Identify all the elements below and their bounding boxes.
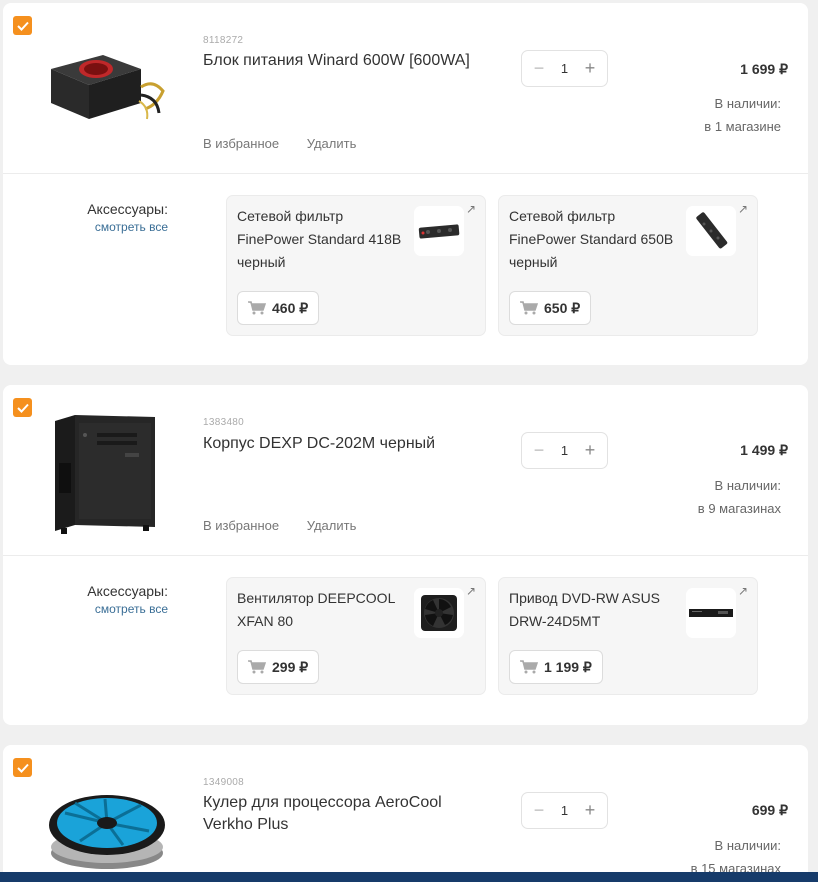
- quantity-stepper: − 1 +: [521, 792, 608, 829]
- cart-item-card: 1349008 Кулер для процессора AeroCool Ve…: [3, 745, 808, 882]
- increase-button[interactable]: +: [582, 58, 598, 79]
- cart-icon: [520, 660, 538, 674]
- external-link-icon[interactable]: ↗: [466, 202, 476, 216]
- accessory-price[interactable]: 460 ₽: [272, 300, 308, 317]
- product-title[interactable]: Блок питания Winard 600W [600WA]: [203, 50, 473, 72]
- availability-label: В наличии:: [714, 838, 781, 853]
- accessory-name[interactable]: Сетевой фильтр FinePower Standard 418B ч…: [237, 205, 402, 274]
- check-icon: [16, 763, 29, 773]
- decrease-button[interactable]: −: [531, 440, 547, 461]
- check-icon: [16, 21, 29, 31]
- accessory-image[interactable]: [414, 588, 464, 638]
- accessory-image[interactable]: [414, 206, 464, 256]
- select-checkbox[interactable]: [13, 398, 32, 417]
- accessory-name[interactable]: Сетевой фильтр FinePower Standard 650B ч…: [509, 205, 674, 274]
- add-to-cart-button[interactable]: 1 199 ₽: [509, 650, 603, 684]
- accessory-price[interactable]: 650 ₽: [544, 300, 580, 317]
- cart-icon: [248, 660, 266, 674]
- external-link-icon[interactable]: ↗: [466, 584, 476, 598]
- availability-label: В наличии:: [714, 478, 781, 493]
- quantity-value[interactable]: 1: [561, 61, 568, 76]
- remove-link[interactable]: Удалить: [307, 518, 357, 533]
- product-image[interactable]: [43, 47, 168, 127]
- add-to-cart-button[interactable]: 650 ₽: [509, 291, 592, 325]
- availability: В наличии: в 1 магазине: [621, 92, 781, 138]
- divider: [3, 555, 808, 556]
- accessory-name[interactable]: Привод DVD-RW ASUS DRW-24D5MT: [509, 587, 674, 633]
- accessory-card[interactable]: Сетевой фильтр FinePower Standard 650B ч…: [498, 195, 758, 336]
- accessories-header: Аксессуары: смотреть все: [87, 583, 168, 616]
- decrease-button[interactable]: −: [531, 800, 547, 821]
- os-taskbar: [0, 872, 818, 882]
- accessory-image[interactable]: [686, 588, 736, 638]
- increase-button[interactable]: +: [582, 440, 598, 461]
- quantity-value[interactable]: 1: [561, 803, 568, 818]
- decrease-button[interactable]: −: [531, 58, 547, 79]
- cart-icon: [248, 301, 266, 315]
- accessories-label: Аксессуары:: [87, 201, 168, 217]
- add-to-cart-button[interactable]: 460 ₽: [237, 291, 320, 325]
- product-actions: В избранное Удалить: [203, 518, 380, 533]
- quantity-value[interactable]: 1: [561, 443, 568, 458]
- cart-item-card: 8118272 Блок питания Winard 600W [600WA]…: [3, 3, 808, 365]
- product-price: 1 499 ₽: [740, 442, 788, 458]
- external-link-icon[interactable]: ↗: [738, 584, 748, 598]
- accessory-card[interactable]: Вентилятор DEEPCOOL XFAN 80 ↗ 299 ₽: [226, 577, 486, 695]
- quantity-stepper: − 1 +: [521, 432, 608, 469]
- add-to-favorites-link[interactable]: В избранное: [203, 518, 279, 533]
- product-title[interactable]: Кулер для процессора AeroCool Verkho Plu…: [203, 792, 473, 836]
- product-code: 8118272: [203, 35, 244, 46]
- availability-stores-link[interactable]: в 1 магазине: [621, 115, 781, 138]
- accessory-name[interactable]: Вентилятор DEEPCOOL XFAN 80: [237, 587, 402, 633]
- availability-label: В наличии:: [714, 96, 781, 111]
- product-image[interactable]: [51, 413, 161, 535]
- divider: [3, 173, 808, 174]
- select-checkbox[interactable]: [13, 16, 32, 35]
- accessories-label: Аксессуары:: [87, 583, 168, 599]
- remove-link[interactable]: Удалить: [307, 136, 357, 151]
- increase-button[interactable]: +: [582, 800, 598, 821]
- check-icon: [16, 403, 29, 413]
- product-price: 699 ₽: [751, 802, 788, 818]
- product-code: 1349008: [203, 777, 245, 788]
- product-actions: В избранное Удалить: [203, 136, 380, 151]
- cart-item-card: 1383480 Корпус DEXP DC-202M черный В изб…: [3, 385, 808, 725]
- external-link-icon[interactable]: ↗: [738, 202, 748, 216]
- product-title[interactable]: Корпус DEXP DC-202M черный: [203, 433, 473, 455]
- see-all-link[interactable]: смотреть все: [87, 220, 168, 234]
- availability: В наличии: в 9 магазинах: [621, 474, 781, 520]
- product-price: 1 699 ₽: [740, 61, 788, 77]
- add-to-cart-button[interactable]: 299 ₽: [237, 650, 320, 684]
- accessory-price[interactable]: 1 199 ₽: [544, 659, 592, 676]
- accessory-price[interactable]: 299 ₽: [272, 659, 308, 676]
- cart-icon: [520, 301, 538, 315]
- add-to-favorites-link[interactable]: В избранное: [203, 136, 279, 151]
- see-all-link[interactable]: смотреть все: [87, 602, 168, 616]
- quantity-stepper: − 1 +: [521, 50, 608, 87]
- accessory-image[interactable]: [686, 206, 736, 256]
- accessory-card[interactable]: Привод DVD-RW ASUS DRW-24D5MT ↗ 1 199 ₽: [498, 577, 758, 695]
- product-image[interactable]: [45, 783, 169, 873]
- product-code: 1383480: [203, 417, 245, 428]
- accessory-card[interactable]: Сетевой фильтр FinePower Standard 418B ч…: [226, 195, 486, 336]
- availability-stores-link[interactable]: в 9 магазинах: [621, 497, 781, 520]
- select-checkbox[interactable]: [13, 758, 32, 777]
- accessories-header: Аксессуары: смотреть все: [87, 201, 168, 234]
